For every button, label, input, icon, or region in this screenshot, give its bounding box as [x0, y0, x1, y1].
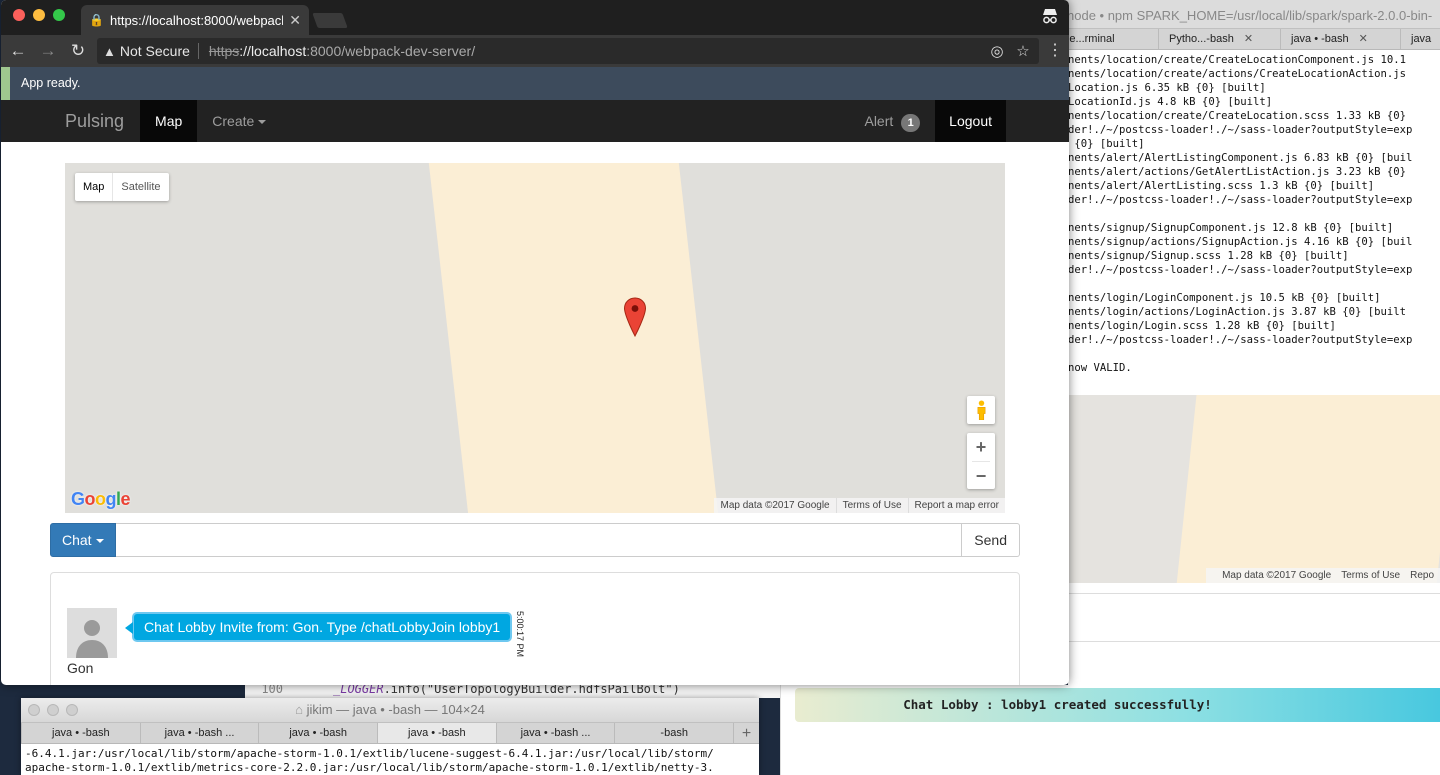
chat-message-bubble: Chat Lobby Invite from: Gon. Type /chatL…	[124, 612, 513, 642]
alert-count-badge: 1	[901, 114, 921, 132]
url-scheme: https	[208, 43, 240, 59]
zoom-control: + −	[967, 433, 995, 489]
nav-item-map[interactable]: Map	[140, 100, 198, 142]
star-icon[interactable]: ☆	[1013, 42, 1033, 60]
map-marker-icon[interactable]	[623, 297, 647, 337]
terminal-tab[interactable]: java • -bash ...	[139, 723, 259, 743]
close-icon[interactable]: ✕	[1244, 33, 1253, 45]
new-tab-button[interactable]	[312, 13, 348, 28]
map-type-satellite-button[interactable]: Satellite	[113, 173, 168, 201]
message-username: Gon	[67, 660, 94, 676]
terminal-tab[interactable]: java • -bash	[21, 723, 140, 743]
url-host: ://localhost	[239, 43, 307, 59]
new-tab-icon[interactable]: +	[733, 723, 759, 743]
app-navbar: Pulsing Map Create Alert 1 Logout	[1, 100, 1069, 142]
zoom-out-button[interactable]: −	[967, 462, 995, 490]
browser-toolbar: ← → ↻ ▲ Not Secure https://localhost:800…	[1, 35, 1069, 67]
background-page	[1068, 583, 1440, 775]
browser-window: 🔒 https://localhost:8000/webpack ✕ ← → ↻…	[1, 0, 1069, 685]
terminal-output: nents/location/create/CreateLocationComp…	[1068, 54, 1413, 374]
nav-item-alert[interactable]: Alert 1	[849, 100, 935, 142]
address-bar[interactable]: ▲ Not Secure https://localhost:8000/webp…	[97, 38, 1039, 64]
map-type-control: Map Satellite	[75, 173, 169, 201]
terminal-output: -6.4.1.jar:/usr/local/lib/storm/apache-s…	[25, 747, 714, 774]
terminal-tab[interactable]: java	[1400, 29, 1440, 49]
nav-item-create[interactable]: Create	[197, 100, 281, 142]
tab-title: https://localhost:8000/webpack	[110, 12, 284, 28]
close-window-button[interactable]	[13, 9, 25, 21]
security-label[interactable]: Not Secure	[120, 43, 190, 59]
terminal-tab[interactable]: Pytho...-bash ✕	[1158, 29, 1280, 49]
map-type-map-button[interactable]: Map	[75, 173, 114, 201]
google-logo[interactable]: Google	[71, 489, 131, 510]
reload-icon[interactable]: ↻	[67, 40, 89, 62]
background-map: Map data ©2017 Google Terms of Use Repo	[1068, 395, 1440, 583]
street-view-pegman-icon[interactable]	[967, 396, 995, 424]
chat-dropdown-button[interactable]: Chat	[50, 523, 116, 557]
browser-tab-active[interactable]: 🔒 https://localhost:8000/webpack ✕	[81, 5, 309, 35]
chat-message-panel: Chat Lobby Invite from: Gon. Type /chatL…	[50, 572, 1020, 685]
logout-button[interactable]: Logout	[935, 100, 1006, 142]
user-icon	[76, 620, 108, 658]
terminal-tabs: node...rminal Pytho...-bash ✕ java • -bas…	[1040, 28, 1440, 50]
terminal-tab[interactable]: java • -bash	[377, 723, 496, 743]
back-icon[interactable]: ←	[7, 40, 29, 62]
brand-logo[interactable]: Pulsing	[1, 100, 140, 142]
favicon-icon: 🔒	[89, 13, 104, 27]
message-timestamp: 5:00:17 PM	[515, 611, 525, 658]
caret-down-icon	[258, 120, 267, 125]
google-map[interactable]: Map Satellite + − Google Map data ©2017 …	[65, 163, 1005, 513]
map-attribution: Map data ©2017 Google Terms of Use Repor…	[714, 498, 1005, 513]
caret-down-icon	[95, 539, 104, 544]
terminal-tab[interactable]: -bash	[614, 723, 733, 743]
terminal-tab[interactable]: java • -bash	[258, 723, 377, 743]
chat-message-input[interactable]	[115, 523, 963, 557]
browser-tab-strip: 🔒 https://localhost:8000/webpack ✕	[1, 0, 1069, 35]
app-status-bar: App ready.	[1, 67, 1069, 100]
send-button[interactable]: Send	[962, 523, 1020, 557]
maximize-window-button[interactable]	[53, 9, 65, 21]
incognito-icon	[1041, 7, 1059, 25]
close-icon[interactable]: ✕	[1359, 33, 1368, 45]
map-road	[426, 163, 722, 513]
home-icon: ⌂	[295, 702, 307, 717]
zoom-in-button[interactable]: +	[967, 433, 995, 461]
location-icon[interactable]: ◎	[987, 42, 1007, 60]
background-terminal-window: node • npm SPARK_HOME=/usr/local/lib/spa…	[1040, 0, 1440, 395]
window-controls	[13, 9, 65, 21]
terminal-title: jikim — java • -bash — 104×24	[306, 702, 485, 717]
terminal-title: node • npm SPARK_HOME=/usr/local/lib/spa…	[1040, 0, 1440, 28]
window-controls[interactable]	[28, 704, 78, 716]
warning-icon: ▲	[103, 43, 116, 59]
map-data-credit: Map data ©2017 Google	[720, 500, 830, 511]
minimize-window-button[interactable]	[33, 9, 45, 21]
report-map-error-link[interactable]: Report a map error	[907, 498, 1005, 513]
terminal-tab[interactable]: java • -bash ✕	[1280, 29, 1400, 49]
terms-of-use-link[interactable]: Terms of Use	[835, 498, 908, 513]
terminal-tab[interactable]: java • -bash ...	[495, 723, 615, 743]
forward-icon[interactable]: →	[37, 40, 59, 62]
toast-notification: Chat Lobby : lobby1 created successfully…	[795, 688, 1440, 722]
chat-input-group: Chat Send	[50, 523, 1020, 557]
terminal-tabs: java • -bash java • -bash ... java • -ba…	[21, 722, 759, 744]
avatar	[67, 608, 117, 658]
url-path: :8000/webpack-dev-server/	[306, 43, 476, 59]
background-map-attribution: Map data ©2017 Google Terms of Use Repo	[1206, 568, 1440, 583]
close-tab-icon[interactable]: ✕	[289, 12, 301, 29]
menu-icon[interactable]: ⋮	[1047, 43, 1063, 59]
bottom-terminal-window: ⌂ jikim — java • -bash — 104×24 java • -…	[21, 698, 759, 775]
